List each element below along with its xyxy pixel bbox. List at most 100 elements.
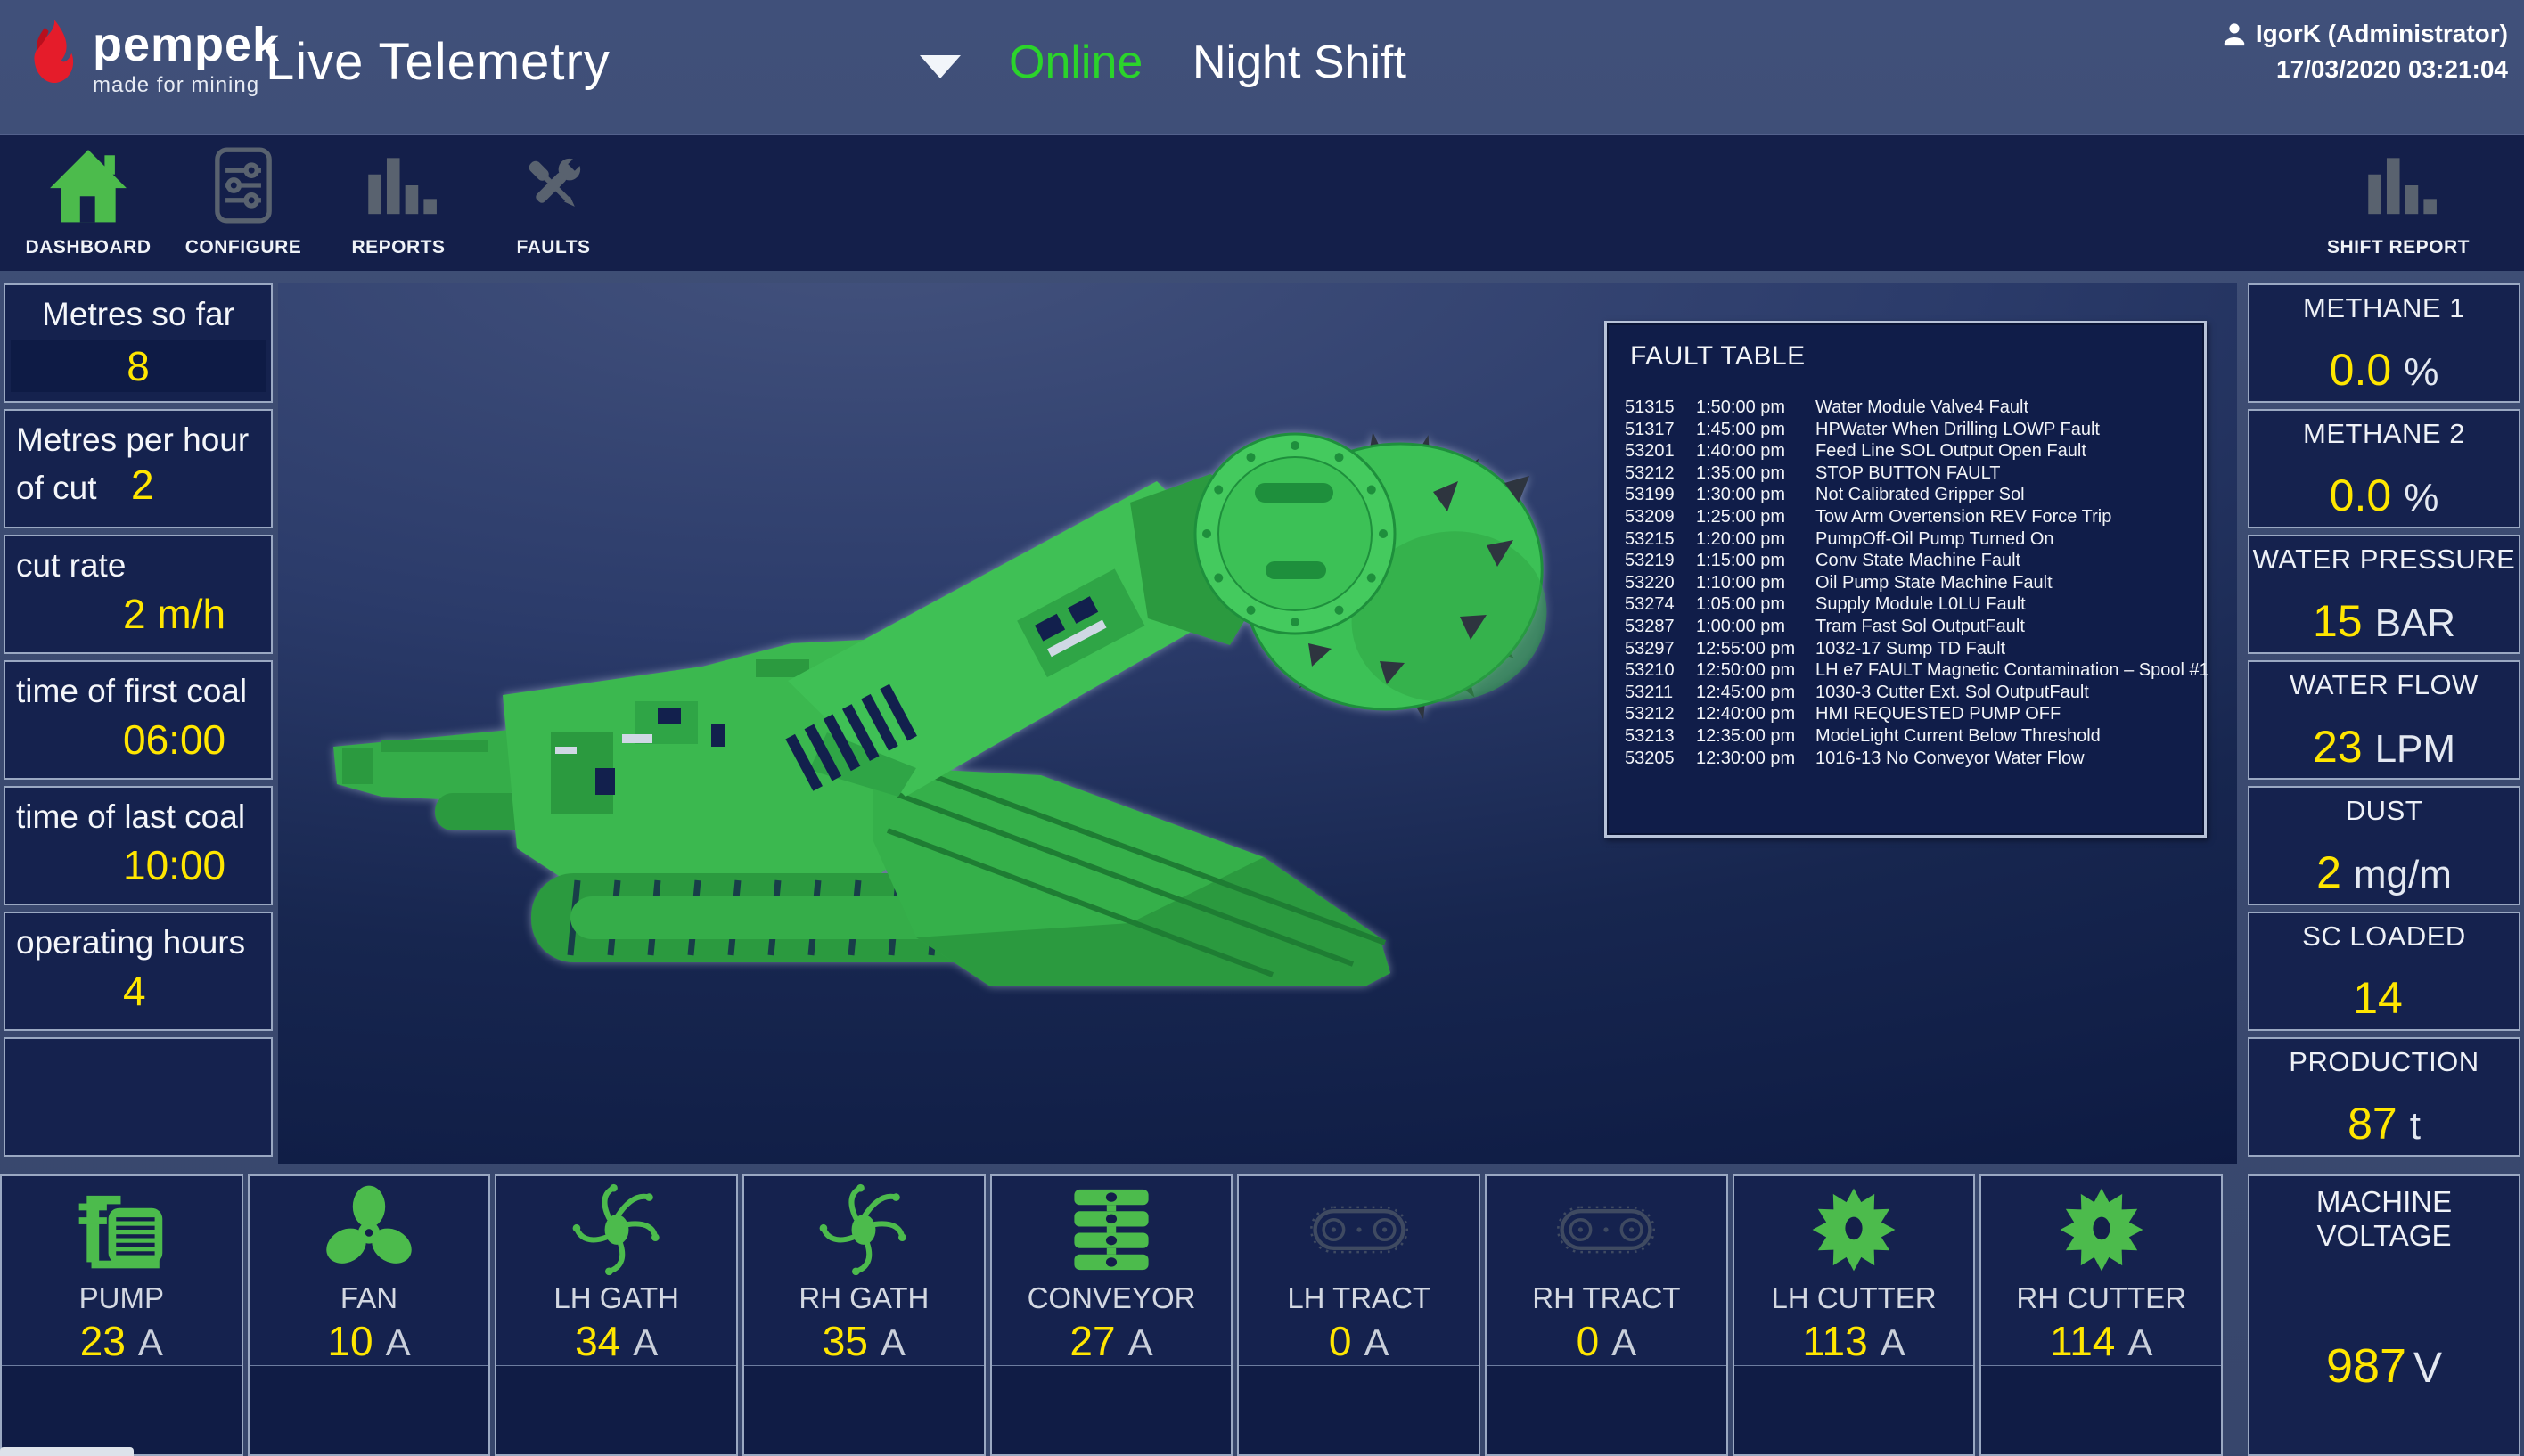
stat-tile-time-of-last-coal: time of last coal 10:00 — [4, 786, 273, 905]
connection-status: Online — [1009, 36, 1143, 89]
equipment-current-value: 35 — [823, 1317, 868, 1365]
fault-row: 53274 1:05:00 pm Supply Module L0LU Faul… — [1607, 593, 2204, 616]
stat-tile-metres-per-hour-of-cut: Metres per hour of cut 2 — [4, 409, 273, 528]
brand-name: pempek — [93, 18, 280, 71]
fault-description: 1032-17 Sump TD Fault — [1815, 638, 2199, 660]
gathering-head-icon — [496, 1176, 736, 1281]
env-tile-methane-2: METHANE 2 0.0 % — [2248, 409, 2520, 528]
fault-description: Tow Arm Overtension REV Force Trip — [1815, 506, 2199, 528]
env-tile-methane-1: METHANE 1 0.0 % — [2248, 283, 2520, 403]
machine-voltage-tile: MACHINE VOLTAGE 987 V — [2248, 1174, 2520, 1456]
fault-time: 12:45:00 pm — [1696, 682, 1815, 704]
fault-table-title: FAULT TABLE — [1607, 323, 2204, 372]
fan-icon — [250, 1176, 489, 1281]
page-title: Live Telemetry — [266, 32, 611, 92]
nav-item-shift-report[interactable]: SHIFT REPORT — [2314, 135, 2483, 267]
env-tile-sc-loaded: SC LOADED 14 — [2248, 912, 2520, 1031]
fault-row: 53220 1:10:00 pm Oil Pump State Machine … — [1607, 572, 2204, 594]
fault-description: PumpOff-Oil Pump Turned On — [1815, 528, 2199, 551]
fault-time: 1:45:00 pm — [1696, 419, 1815, 441]
machine-voltage-unit: V — [2413, 1344, 2442, 1393]
fault-row: 53213 12:35:00 pm ModeLight Current Belo… — [1607, 725, 2204, 748]
equipment-current-unit: A — [1881, 1321, 1905, 1364]
fault-time: 1:10:00 pm — [1696, 572, 1815, 594]
fault-time: 1:40:00 pm — [1696, 440, 1815, 462]
stat-tile-operating-hours: operating hours 4 — [4, 912, 273, 1031]
sliders-icon — [176, 135, 310, 237]
stat-tile — [4, 1037, 273, 1157]
fault-time: 1:05:00 pm — [1696, 593, 1815, 616]
env-tile-water-flow: WATER FLOW 23 LPM — [2248, 660, 2520, 780]
fault-code: 53297 — [1625, 638, 1696, 660]
equipment-tile-rh-cutter: RH CUTTER 114 A — [1979, 1174, 2223, 1456]
env-value: 15 — [2313, 595, 2363, 647]
fault-row: 53297 12:55:00 pm 1032-17 Sump TD Fault — [1607, 638, 2204, 660]
fault-code: 53274 — [1625, 593, 1696, 616]
fault-description: STOP BUTTON FAULT — [1815, 462, 2199, 485]
env-value: 23 — [2313, 721, 2363, 773]
fault-description: Tram Fast Sol OutputFault — [1815, 616, 2199, 638]
equipment-tile-rh-tract: RH TRACT 0 A — [1485, 1174, 1728, 1456]
conveyor-icon — [992, 1176, 1232, 1281]
equipment-tile-fan: FAN 10 A — [248, 1174, 491, 1456]
equipment-current-value: 0 — [1577, 1317, 1600, 1365]
chevron-down-icon[interactable] — [920, 55, 961, 78]
fault-time: 12:50:00 pm — [1696, 659, 1815, 682]
fault-description: 1016-13 No Conveyor Water Flow — [1815, 748, 2199, 770]
stat-tile-cut-rate: cut rate 2 m/h — [4, 535, 273, 654]
equipment-tile-pump: PUMP 23 A — [0, 1174, 243, 1456]
env-tile-production: PRODUCTION 87 t — [2248, 1037, 2520, 1157]
fault-code: 51315 — [1625, 397, 1696, 419]
env-value: 2 — [2316, 847, 2341, 898]
fault-row: 53212 12:40:00 pm HMI REQUESTED PUMP OFF — [1607, 703, 2204, 725]
equipment-current-value: 27 — [1069, 1317, 1115, 1365]
fault-time: 12:55:00 pm — [1696, 638, 1815, 660]
equipment-current-unit: A — [2127, 1321, 2152, 1364]
cutter-icon — [1734, 1176, 1974, 1281]
brand-tagline: made for mining — [93, 73, 280, 98]
equipment-tile-conveyor: CONVEYOR 27 A — [990, 1174, 1233, 1456]
fault-code: 53201 — [1625, 440, 1696, 462]
nav-item-faults[interactable]: FAULTS — [487, 135, 620, 267]
machine-canvas: FAULT TABLE 51315 1:50:00 pm Water Modul… — [278, 283, 2237, 1164]
fault-time: 12:30:00 pm — [1696, 748, 1815, 770]
fault-code: 53212 — [1625, 462, 1696, 485]
fault-row: 53210 12:50:00 pm LH e7 FAULT Magnetic C… — [1607, 659, 2204, 682]
fault-time: 1:35:00 pm — [1696, 462, 1815, 485]
fault-description: Water Module Valve4 Fault — [1815, 397, 2199, 419]
nav-bar: DASHBOARD CONFIGURE REPORTS FAULTS SHIFT… — [0, 134, 2524, 271]
gathering-head-icon — [744, 1176, 984, 1281]
fault-time: 1:30:00 pm — [1696, 484, 1815, 506]
user-name: IgorK (Administrator) — [2256, 16, 2508, 52]
nav-item-dashboard[interactable]: DASHBOARD — [21, 135, 155, 267]
fault-row: 53209 1:25:00 pm Tow Arm Overtension REV… — [1607, 506, 2204, 528]
fault-row: 53205 12:30:00 pm 1016-13 No Conveyor Wa… — [1607, 748, 2204, 770]
bar-chart-icon — [2314, 135, 2483, 237]
fault-description: Feed Line SOL Output Open Fault — [1815, 440, 2199, 462]
nav-item-reports[interactable]: REPORTS — [332, 135, 465, 267]
equipment-current-unit: A — [386, 1321, 411, 1364]
fault-code: 53205 — [1625, 748, 1696, 770]
fault-code: 53287 — [1625, 616, 1696, 638]
equipment-current-unit: A — [138, 1321, 163, 1364]
equipment-tile-rh-gath: RH GATH 35 A — [742, 1174, 986, 1456]
equipment-current-value: 34 — [575, 1317, 620, 1365]
equipment-current-unit: A — [633, 1321, 658, 1364]
pump-icon — [2, 1176, 242, 1281]
env-unit: % — [2404, 476, 2438, 520]
fault-table[interactable]: FAULT TABLE 51315 1:50:00 pm Water Modul… — [1604, 321, 2207, 838]
fault-description: HPWater When Drilling LOWP Fault — [1815, 419, 2199, 441]
env-unit: BAR — [2375, 601, 2455, 646]
fault-time: 1:50:00 pm — [1696, 397, 1815, 419]
nav-item-configure[interactable]: CONFIGURE — [176, 135, 310, 267]
stat-tile-metres-so-far: Metres so far 8 — [4, 283, 273, 403]
fault-row: 53201 1:40:00 pm Feed Line SOL Output Op… — [1607, 440, 2204, 462]
fault-time: 1:15:00 pm — [1696, 550, 1815, 572]
flame-icon — [25, 18, 84, 100]
env-value: 87 — [2348, 1098, 2397, 1149]
equipment-current-unit: A — [881, 1321, 906, 1364]
fault-row: 51315 1:50:00 pm Water Module Valve4 Fau… — [1607, 397, 2204, 419]
fault-code: 53209 — [1625, 506, 1696, 528]
user-icon — [2222, 21, 2247, 46]
env-tile-dust: DUST 2 mg/m — [2248, 786, 2520, 905]
